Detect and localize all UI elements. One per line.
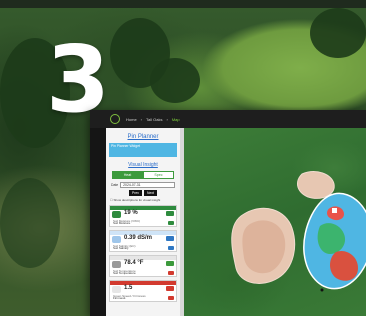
card-accent-strip xyxy=(110,281,176,285)
checkbox-icon[interactable]: ☐ xyxy=(110,198,113,202)
breadcrumb-course[interactable]: Tall Oaks xyxy=(146,117,162,122)
moisture-icon xyxy=(112,211,121,218)
map-overlay xyxy=(231,171,366,292)
left-nav-rail xyxy=(90,128,106,316)
firmness-icon xyxy=(112,286,121,293)
view-toggle: Heat Spec xyxy=(112,171,174,179)
metric-card[interactable]: 1.5 Green Speed / Firmness Firmness xyxy=(109,280,177,302)
metric-footer: Soil Moisture xyxy=(113,221,131,225)
visual-insight-title: Visual Insight xyxy=(128,162,158,168)
date-row: Date 2024-07-31 xyxy=(111,182,175,188)
pin-planner-widget[interactable]: Pin Planner Widget xyxy=(109,143,177,157)
tree-cluster xyxy=(310,8,366,58)
status-badge xyxy=(166,261,174,266)
metric-value: 19 % xyxy=(124,210,138,216)
cursor-icon xyxy=(320,288,324,292)
card-action-button[interactable] xyxy=(168,271,174,275)
status-badge xyxy=(166,286,174,291)
app-logo-icon[interactable] xyxy=(110,114,120,124)
course-map[interactable] xyxy=(184,128,366,316)
temperature-icon xyxy=(112,261,121,268)
tree-cluster xyxy=(0,178,60,268)
descriptions-checkbox[interactable]: ☐ Show descriptions for visual insight xyxy=(110,198,176,202)
toggle-spec[interactable]: Spec xyxy=(143,171,174,179)
metric-value: 78.4 °F xyxy=(124,260,144,266)
pin-flag-icon[interactable] xyxy=(332,208,337,213)
next-button[interactable]: Next xyxy=(144,190,157,196)
metric-value: 1.5 xyxy=(124,285,133,291)
breadcrumb-home[interactable]: Home xyxy=(126,117,137,122)
status-badge xyxy=(166,211,174,216)
salinity-icon xyxy=(112,236,121,243)
metric-value: 0.39 dS/m xyxy=(124,235,153,241)
breadcrumb-separator: › xyxy=(140,116,143,122)
prev-button[interactable]: Prev xyxy=(129,190,142,196)
date-nav: Prev Next xyxy=(106,190,180,196)
metric-footer: Firmness xyxy=(113,296,126,300)
sand-bunker-top xyxy=(297,171,335,199)
status-badge xyxy=(166,236,174,241)
app-window: Home › Tall Oaks › Map Pin Planner Pin P… xyxy=(90,110,366,316)
checkbox-label: Show descriptions for visual insight xyxy=(113,198,161,202)
panel-title: Pin Planner xyxy=(127,134,159,140)
metric-footer: Soil Salinity xyxy=(113,246,129,250)
date-field[interactable]: 2024-07-31 xyxy=(120,182,175,188)
toggle-heat[interactable]: Heat xyxy=(112,171,143,179)
metric-card[interactable]: 78.4 °F Soil Temperature Soil Temperatur… xyxy=(109,255,177,277)
metric-footer: Soil Temperature xyxy=(113,271,136,275)
app-header: Home › Tall Oaks › Map xyxy=(90,110,366,128)
card-action-button[interactable] xyxy=(168,246,174,250)
metric-card[interactable]: 19 % Soil Moisture (VWC) Soil Moisture xyxy=(109,205,177,227)
breadcrumb-separator: › xyxy=(166,116,168,122)
card-action-button[interactable] xyxy=(168,221,174,225)
metric-card[interactable]: 0.39 dS/m Soil Salinity (EC) Soil Salini… xyxy=(109,230,177,252)
pin-planner-panel: Pin Planner Pin Planner Widget Visual In… xyxy=(106,128,180,316)
tree-cluster xyxy=(150,58,200,103)
card-accent-strip xyxy=(110,206,176,210)
card-action-button[interactable] xyxy=(168,296,174,300)
breadcrumb-map[interactable]: Map xyxy=(172,117,180,122)
date-label: Date xyxy=(111,183,119,187)
top-edge-bar xyxy=(0,0,366,8)
